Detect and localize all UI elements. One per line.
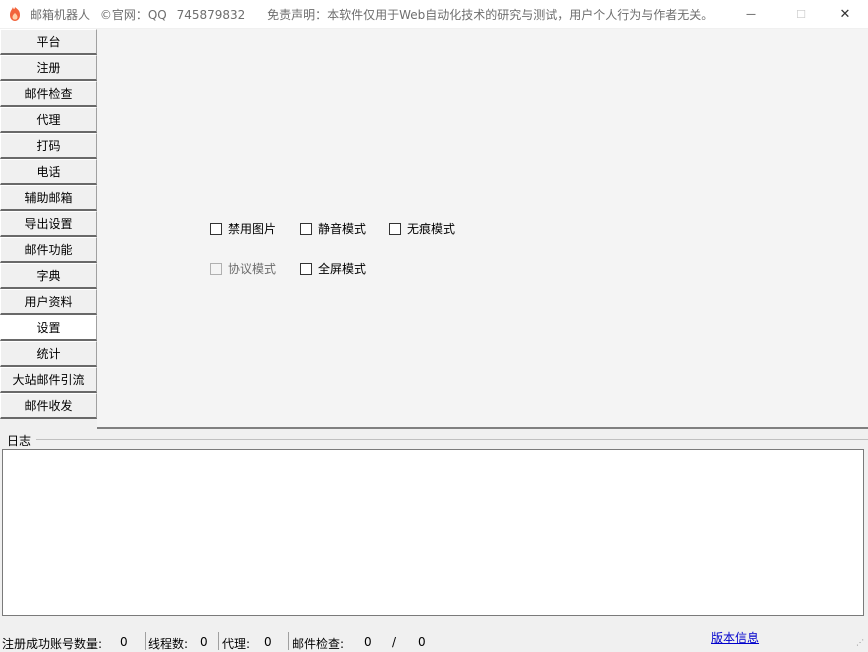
sidebar-nav: 平台 注册 邮件检查 代理 打码 电话 辅助邮箱 导出设置 邮件功能 字典 用户… [0, 29, 97, 419]
close-icon: ✕ [839, 6, 851, 22]
sidebar-item-aux-mailbox[interactable]: 辅助邮箱 [0, 185, 97, 211]
threads-value: 0 [200, 635, 208, 649]
registered-count-label: 注册成功账号数量: [2, 637, 103, 651]
status-separator [145, 632, 146, 650]
sidebar-item-proxy[interactable]: 代理 [0, 107, 97, 133]
sidebar-item-statistics[interactable]: 统计 [0, 341, 97, 367]
proxy-value: 0 [264, 635, 272, 649]
minimize-button[interactable]: — [728, 0, 774, 28]
resize-grip-icon[interactable]: ⋰ [856, 638, 864, 647]
checkbox-box[interactable] [300, 262, 312, 275]
log-group-border [36, 439, 868, 440]
title-app-name: 邮箱机器人 [30, 8, 91, 22]
title-disclaimer: 免责声明：本软件仅用于Web自动化技术的研究与测试，用户个人行为与作者无关。 [267, 8, 714, 22]
sidebar-item-platform[interactable]: 平台 [0, 29, 97, 55]
mute-mode-checkbox[interactable]: 静音模式 [300, 220, 366, 237]
close-button[interactable]: ✕ [822, 0, 868, 28]
sidebar-item-mail-send-receive[interactable]: 邮件收发 [0, 393, 97, 419]
mail-check-total: 0 [418, 635, 426, 649]
mail-check-slash: / [392, 635, 397, 649]
sidebar-item-dictionary[interactable]: 字典 [0, 263, 97, 289]
threads-label: 线程数: [148, 637, 189, 651]
proxy-label: 代理: [222, 637, 251, 651]
log-group-label: 日志 [6, 432, 34, 449]
checkbox-box [210, 262, 222, 275]
minimize-icon: — [746, 8, 756, 20]
disable-images-checkbox[interactable]: 禁用图片 [210, 220, 276, 237]
sidebar-item-mail-check[interactable]: 邮件检查 [0, 81, 97, 107]
maximize-icon: ☐ [796, 7, 806, 21]
sidebar-item-captcha[interactable]: 打码 [0, 133, 97, 159]
registered-count-value: 0 [120, 635, 128, 649]
status-separator [288, 632, 289, 650]
checkbox-box[interactable] [389, 222, 401, 235]
sidebar-item-settings[interactable]: 设置 [0, 315, 97, 341]
settings-panel: 禁用图片 静音模式 无痕模式 协议模式 全屏模式 [97, 29, 868, 429]
title-qq-number: 745879832 [176, 8, 246, 22]
sidebar-item-mail-functions[interactable]: 邮件功能 [0, 237, 97, 263]
sidebar-item-site-traffic[interactable]: 大站邮件引流 [0, 367, 97, 393]
sidebar-item-export-settings[interactable]: 导出设置 [0, 211, 97, 237]
app-logo-icon [10, 7, 20, 21]
checkbox-label: 协议模式 [228, 262, 277, 276]
checkbox-label: 静音模式 [318, 222, 367, 236]
checkbox-label: 全屏模式 [318, 262, 367, 276]
sidebar-item-register[interactable]: 注册 [0, 55, 97, 81]
checkbox-box[interactable] [300, 222, 312, 235]
maximize-button[interactable]: ☐ [778, 0, 824, 28]
checkbox-box[interactable] [210, 222, 222, 235]
status-separator [218, 632, 219, 650]
title-copyright: ©官网：QQ [99, 8, 167, 22]
fullscreen-mode-checkbox[interactable]: 全屏模式 [300, 260, 366, 277]
protocol-mode-checkbox: 协议模式 [210, 260, 276, 277]
checkbox-label: 无痕模式 [407, 222, 456, 236]
version-info-link[interactable]: 版本信息 [711, 629, 759, 646]
window-title: 邮箱机器人 ©官网：QQ 745879832 免责声明：本软件仅用于Web自动化… [30, 6, 719, 23]
status-bar: 注册成功账号数量: 0 线程数: 0 代理: 0 邮件检查: 0 / 0 版本信… [0, 624, 868, 651]
sidebar-item-user-profile[interactable]: 用户资料 [0, 289, 97, 315]
title-bar: 邮箱机器人 ©官网：QQ 745879832 免责声明：本软件仅用于Web自动化… [0, 0, 868, 28]
incognito-mode-checkbox[interactable]: 无痕模式 [389, 220, 455, 237]
mail-check-label: 邮件检查: [292, 637, 345, 651]
sidebar-item-phone[interactable]: 电话 [0, 159, 97, 185]
log-textarea[interactable] [2, 449, 864, 616]
checkbox-label: 禁用图片 [228, 222, 277, 236]
mail-check-value: 0 [364, 635, 372, 649]
